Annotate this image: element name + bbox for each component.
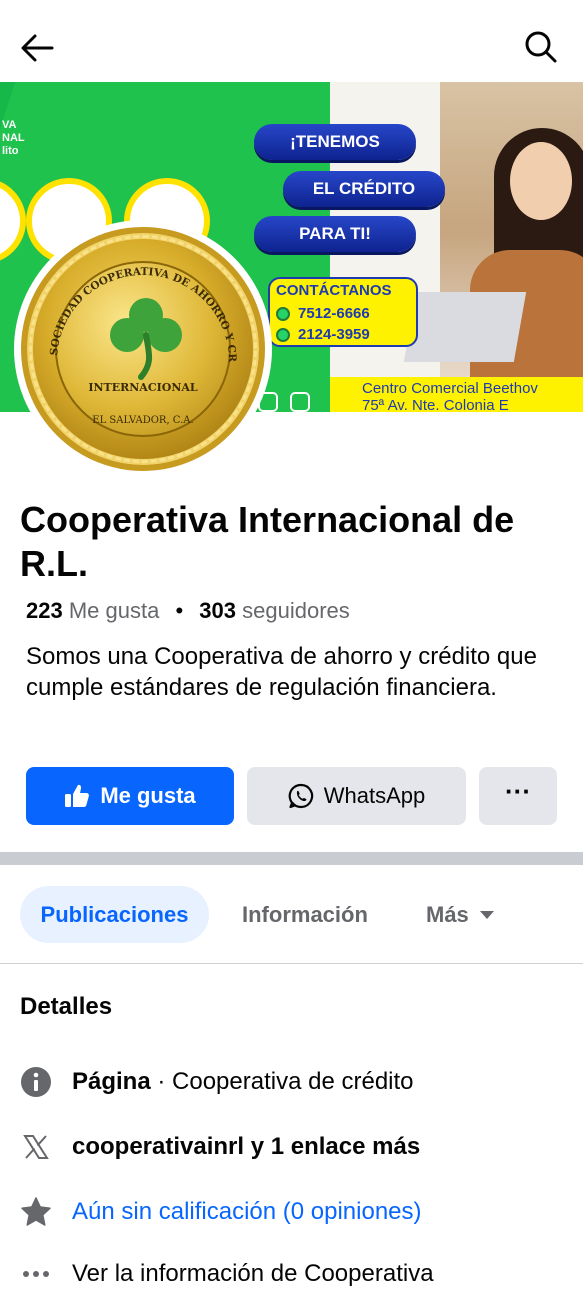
likes-count: 223 bbox=[26, 598, 63, 623]
detail-category-value: · Cooperativa de crédito bbox=[150, 1068, 414, 1095]
whatsapp-button[interactable]: WhatsApp bbox=[247, 767, 466, 825]
tabs-divider bbox=[0, 963, 583, 964]
tab-mas-label: Más bbox=[426, 901, 469, 927]
top-bar bbox=[0, 0, 583, 82]
whatsapp-icon bbox=[276, 306, 290, 321]
profile-avatar[interactable]: SOCIEDAD COOPERATIVA DE AHORRO Y CREDITO… bbox=[21, 227, 265, 471]
cover-pill-1: ¡TENEMOS bbox=[254, 124, 416, 160]
whatsapp-icon bbox=[288, 783, 313, 809]
section-divider bbox=[0, 852, 583, 865]
cover-laptop bbox=[403, 292, 527, 362]
avatar-seal-name: INTERNACIONAL bbox=[88, 381, 198, 394]
detail-see-info-text: Ver la información de Cooperativa bbox=[72, 1260, 434, 1287]
arrow-left-icon[interactable] bbox=[18, 28, 58, 68]
x-logo-icon bbox=[20, 1131, 52, 1163]
detail-row-links[interactable]: cooperativainrl y 1 enlace más bbox=[20, 1131, 420, 1163]
caret-down-icon bbox=[479, 910, 494, 919]
followers-count: 303 bbox=[199, 598, 237, 623]
like-button[interactable]: Me gusta bbox=[26, 767, 234, 825]
tab-publicaciones-label: Publicaciones bbox=[40, 901, 189, 927]
cover-phone-2-text: 2124-3959 bbox=[298, 326, 370, 343]
phone-icon bbox=[276, 327, 290, 342]
detail-row-rating[interactable]: Aún sin calificación (0 opiniones) bbox=[20, 1196, 422, 1228]
tab-publicaciones[interactable]: Publicaciones bbox=[20, 886, 209, 943]
cover-address: Centro Comercial Beethov 75ª Av. Nte. Co… bbox=[362, 380, 538, 412]
cover-phone-1-text: 7512-6666 bbox=[298, 305, 370, 322]
whatsapp-button-label: WhatsApp bbox=[323, 783, 426, 808]
like-button-label: Me gusta bbox=[100, 783, 196, 808]
page-stats: 223 Me gusta • 303 seguidores bbox=[26, 598, 350, 624]
star-icon bbox=[20, 1196, 52, 1228]
more-dots-icon bbox=[20, 1258, 52, 1290]
likes-label: Me gusta bbox=[68, 598, 160, 623]
info-icon bbox=[20, 1066, 52, 1098]
followers-label: seguidores bbox=[242, 598, 350, 623]
cover-pill-2: EL CRÉDITO bbox=[283, 171, 445, 207]
thumbs-up-icon bbox=[65, 784, 90, 807]
cover-phone-1: 7512-6666 bbox=[276, 305, 370, 322]
tab-informacion-label: Información bbox=[242, 901, 368, 927]
instagram-icon bbox=[290, 392, 310, 412]
cover-pill-3: PARA TI! bbox=[254, 216, 416, 252]
detail-row-see-info[interactable]: Ver la información de Cooperativa bbox=[20, 1258, 434, 1290]
clover-logo-icon bbox=[110, 298, 182, 380]
detail-category-label: Página bbox=[72, 1068, 151, 1095]
details-heading: Detalles bbox=[20, 993, 113, 1020]
more-options-button[interactable]: ··· bbox=[479, 767, 557, 825]
cover-phone-2: 2124-3959 bbox=[276, 326, 370, 343]
tab-mas[interactable]: Más bbox=[426, 886, 495, 943]
cover-person-head bbox=[510, 142, 572, 220]
page-bio: Somos una Cooperativa de ahorro y crédit… bbox=[26, 643, 537, 701]
cover-contact-title: CONTÁCTANOS bbox=[276, 282, 392, 299]
detail-row-category: Página · Cooperativa de crédito bbox=[20, 1066, 414, 1098]
search-icon[interactable] bbox=[522, 28, 558, 64]
avatar-seal-place: EL SALVADOR, C.A. bbox=[92, 415, 194, 426]
more-dots-icon: ··· bbox=[505, 776, 531, 806]
page-title: Cooperativa Internacional de R.L. bbox=[20, 499, 515, 584]
detail-links-text: cooperativainrl y 1 enlace más bbox=[72, 1133, 421, 1160]
stats-separator: • bbox=[175, 598, 184, 623]
cover-left-title: VA NAL lito bbox=[2, 119, 25, 157]
tab-informacion[interactable]: Información bbox=[242, 886, 368, 943]
detail-rating-text: Aún sin calificación (0 opiniones) bbox=[72, 1198, 422, 1225]
